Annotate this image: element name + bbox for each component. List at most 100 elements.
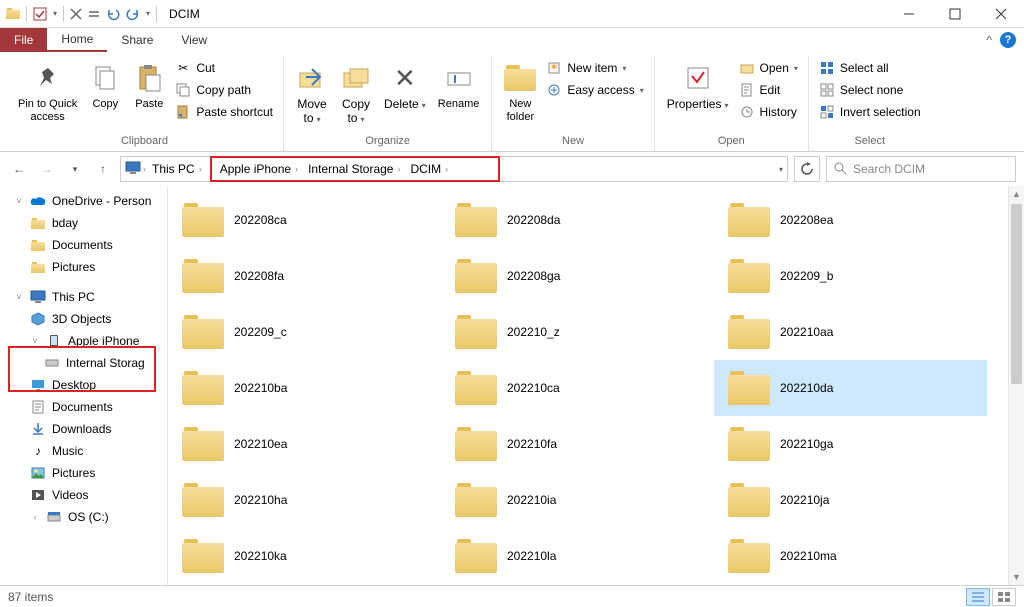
easy-access-button[interactable]: Easy access ▾ xyxy=(546,80,643,100)
address-bar-highlighted[interactable]: Apple iPhone› Internal Storage› DCIM› xyxy=(210,156,501,182)
folder-item[interactable]: 202210ka xyxy=(168,528,441,584)
folder-icon xyxy=(728,427,770,461)
equals-icon[interactable] xyxy=(88,8,100,20)
group-clipboard: Pin to Quick access Copy Paste ✂Cut Copy… xyxy=(6,56,284,151)
sidebar-this-pc[interactable]: ˅This PC xyxy=(0,286,167,308)
crumb-dcim[interactable]: DCIM› xyxy=(406,162,452,176)
folder-item[interactable]: 202208ea xyxy=(714,192,987,248)
pin-to-quick-access-button[interactable]: Pin to Quick access xyxy=(12,56,83,133)
folder-item[interactable]: 202210ia xyxy=(441,472,714,528)
refresh-button[interactable] xyxy=(794,156,820,182)
share-tab[interactable]: Share xyxy=(107,28,167,52)
folder-item[interactable]: 202210ga xyxy=(714,416,987,472)
paste-button[interactable]: Paste xyxy=(127,56,171,133)
file-tab[interactable]: File xyxy=(0,28,47,52)
folder-item[interactable]: 202210fa xyxy=(441,416,714,472)
folder-item[interactable]: 202209_b xyxy=(714,248,987,304)
folder-item[interactable]: 202210ea xyxy=(168,416,441,472)
folder-item[interactable]: 202210ma xyxy=(714,528,987,584)
folder-item[interactable]: 202210ha xyxy=(168,472,441,528)
rename-button[interactable]: Rename xyxy=(432,56,486,133)
qat-more-icon[interactable]: ▾ xyxy=(146,9,150,18)
paste-shortcut-button[interactable]: Paste shortcut xyxy=(175,102,273,122)
close-qat-icon[interactable] xyxy=(70,8,82,20)
folder-name: 202210ka xyxy=(234,549,287,563)
sidebar-documents2[interactable]: Documents xyxy=(0,396,167,418)
select-none-icon xyxy=(819,82,835,98)
sidebar-3d-objects[interactable]: 3D Objects xyxy=(0,308,167,330)
sidebar-documents[interactable]: Documents xyxy=(0,234,167,256)
folder-icon xyxy=(728,539,770,573)
minimize-button[interactable] xyxy=(886,0,932,28)
invert-selection-button[interactable]: Invert selection xyxy=(819,102,921,122)
folder-icon xyxy=(182,427,224,461)
folder-item[interactable]: 202209_c xyxy=(168,304,441,360)
help-icon[interactable]: ? xyxy=(1000,32,1016,48)
large-icons-view-button[interactable] xyxy=(992,588,1016,606)
open-button[interactable]: Open ▾ xyxy=(739,58,798,78)
history-button[interactable]: History xyxy=(739,102,798,122)
new-folder-icon xyxy=(504,60,536,96)
sidebar-pictures[interactable]: Pictures xyxy=(0,256,167,278)
copy-button[interactable]: Copy xyxy=(83,56,127,133)
folder-item[interactable]: 202208da xyxy=(441,192,714,248)
checkbox-icon[interactable] xyxy=(33,7,47,21)
sidebar-os-c[interactable]: ›OS (C:) xyxy=(0,506,167,528)
cut-button[interactable]: ✂Cut xyxy=(175,58,273,78)
folder-item[interactable]: 202210ba xyxy=(168,360,441,416)
sidebar-onedrive[interactable]: ˅OneDrive - Person xyxy=(0,190,167,212)
properties-button[interactable]: Properties ▾ xyxy=(661,56,735,133)
undo-icon[interactable] xyxy=(106,7,120,21)
new-folder-button[interactable]: New folder xyxy=(498,56,542,133)
folder-item[interactable]: 202210ja xyxy=(714,472,987,528)
maximize-button[interactable] xyxy=(932,0,978,28)
scroll-thumb[interactable] xyxy=(1011,204,1022,384)
details-view-button[interactable] xyxy=(966,588,990,606)
scrollbar[interactable]: ▲ ▼ xyxy=(1008,186,1024,585)
qat-dropdown-icon[interactable]: ▾ xyxy=(53,9,57,18)
select-none-button[interactable]: Select none xyxy=(819,80,921,100)
folder-item[interactable]: 202210aa xyxy=(714,304,987,360)
collapse-ribbon-icon[interactable]: ^ xyxy=(986,33,992,47)
folder-name: 202209_b xyxy=(780,269,833,283)
sidebar-bday[interactable]: bday xyxy=(0,212,167,234)
address-dropdown-icon[interactable]: ▾ xyxy=(779,165,783,174)
address-bar-right[interactable]: ▾ xyxy=(500,156,788,182)
sidebar-pictures2[interactable]: Pictures xyxy=(0,462,167,484)
select-all-button[interactable]: Select all xyxy=(819,58,921,78)
redo-icon[interactable] xyxy=(126,7,140,21)
folder-name: 202210da xyxy=(780,381,833,395)
crumb-this-pc[interactable]: This PC› xyxy=(148,162,206,176)
up-button[interactable]: ↑ xyxy=(92,158,114,180)
crumb-apple-iphone[interactable]: Apple iPhone› xyxy=(216,162,302,176)
sidebar-videos[interactable]: Videos xyxy=(0,484,167,506)
sidebar-downloads[interactable]: Downloads xyxy=(0,418,167,440)
select-all-icon xyxy=(819,60,835,76)
new-item-button[interactable]: ✶New item ▾ xyxy=(546,58,643,78)
home-tab[interactable]: Home xyxy=(47,28,107,52)
delete-button[interactable]: ✕ Delete ▾ xyxy=(378,56,432,133)
folder-item[interactable]: 202210la xyxy=(441,528,714,584)
search-input[interactable]: Search DCIM xyxy=(826,156,1016,182)
folder-item[interactable]: 202208ga xyxy=(441,248,714,304)
recent-dropdown[interactable]: ▾ xyxy=(64,158,86,180)
address-bar-left[interactable]: › This PC› xyxy=(120,156,210,182)
folder-item[interactable]: 202210ca xyxy=(441,360,714,416)
folder-item[interactable]: 202210da xyxy=(714,360,987,416)
sidebar-music[interactable]: ♪Music xyxy=(0,440,167,462)
scroll-down-icon[interactable]: ▼ xyxy=(1009,569,1024,585)
copy-to-button[interactable]: Copy to ▾ xyxy=(334,56,378,133)
close-button[interactable] xyxy=(978,0,1024,28)
forward-button[interactable]: → xyxy=(36,158,58,180)
folder-item[interactable]: 202208fa xyxy=(168,248,441,304)
copy-path-button[interactable]: Copy path xyxy=(175,80,273,100)
move-to-button[interactable]: Move to ▾ xyxy=(290,56,334,133)
crumb-internal-storage[interactable]: Internal Storage› xyxy=(304,162,404,176)
scroll-up-icon[interactable]: ▲ xyxy=(1009,186,1024,202)
back-button[interactable]: ← xyxy=(8,158,30,180)
folder-name: 202210ja xyxy=(780,493,829,507)
view-tab[interactable]: View xyxy=(167,28,221,52)
edit-button[interactable]: Edit xyxy=(739,80,798,100)
folder-item[interactable]: 202208ca xyxy=(168,192,441,248)
folder-item[interactable]: 202210_z xyxy=(441,304,714,360)
